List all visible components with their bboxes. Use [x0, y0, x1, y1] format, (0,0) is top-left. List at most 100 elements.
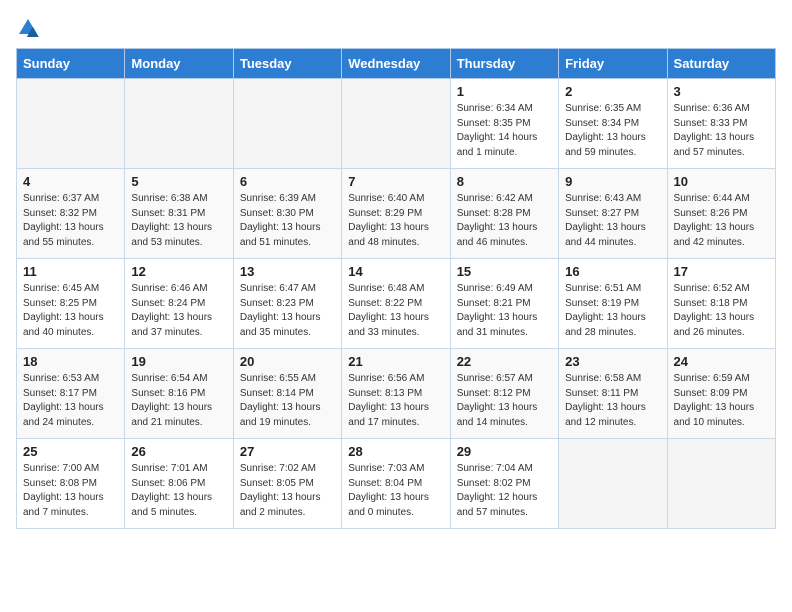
calendar-cell: 12 Sunrise: 6:46 AM Sunset: 8:24 PM Dayli…: [125, 259, 233, 349]
calendar-cell: 8 Sunrise: 6:42 AM Sunset: 8:28 PM Daylig…: [450, 169, 558, 259]
day-number: 1: [457, 84, 552, 99]
day-number: 28: [348, 444, 443, 459]
day-info: Sunrise: 6:45 AM Sunset: 8:25 PM Dayligh…: [23, 282, 118, 340]
day-number: 8: [457, 174, 552, 189]
day-info: Sunrise: 6:59 AM Sunset: 8:09 PM Dayligh…: [674, 372, 769, 430]
day-number: 2: [565, 84, 660, 99]
day-info: Sunrise: 6:51 AM Sunset: 8:19 PM Dayligh…: [565, 282, 660, 340]
calendar-cell: 11 Sunrise: 6:45 AM Sunset: 8:25 PM Dayli…: [17, 259, 125, 349]
calendar-cell: 6 Sunrise: 6:39 AM Sunset: 8:30 PM Daylig…: [233, 169, 341, 259]
logo-icon: [16, 16, 40, 40]
calendar-cell: 17 Sunrise: 6:52 AM Sunset: 8:18 PM Dayli…: [667, 259, 775, 349]
calendar-cell: 20Sunrise: 6:55 AM Sunset: 8:14 PM Dayli…: [233, 349, 341, 439]
day-info: Sunrise: 6:43 AM Sunset: 8:27 PM Dayligh…: [565, 192, 660, 250]
calendar-cell: 9 Sunrise: 6:43 AM Sunset: 8:27 PM Daylig…: [559, 169, 667, 259]
day-info: Sunrise: 6:57 AM Sunset: 8:12 PM Dayligh…: [457, 372, 552, 430]
day-info: Sunrise: 6:56 AM Sunset: 8:13 PM Dayligh…: [348, 372, 443, 430]
day-number: 27: [240, 444, 335, 459]
calendar-week-row: 11 Sunrise: 6:45 AM Sunset: 8:25 PM Dayli…: [17, 259, 776, 349]
day-header-monday: Monday: [125, 49, 233, 79]
day-info: Sunrise: 6:42 AM Sunset: 8:28 PM Dayligh…: [457, 192, 552, 250]
day-info: Sunrise: 6:39 AM Sunset: 8:30 PM Dayligh…: [240, 192, 335, 250]
calendar-cell: 29Sunrise: 7:04 AM Sunset: 8:02 PM Dayli…: [450, 439, 558, 529]
calendar-cell: 22 Sunrise: 6:57 AM Sunset: 8:12 PM Dayli…: [450, 349, 558, 439]
day-info: Sunrise: 6:35 AM Sunset: 8:34 PM Dayligh…: [565, 102, 660, 160]
calendar-cell: 14 Sunrise: 6:48 AM Sunset: 8:22 PM Dayli…: [342, 259, 450, 349]
day-info: Sunrise: 6:44 AM Sunset: 8:26 PM Dayligh…: [674, 192, 769, 250]
day-number: 6: [240, 174, 335, 189]
day-header-thursday: Thursday: [450, 49, 558, 79]
calendar-week-row: 1 Sunrise: 6:34 AM Sunset: 8:35 PM Daylig…: [17, 79, 776, 169]
calendar-cell: 4 Sunrise: 6:37 AM Sunset: 8:32 PM Daylig…: [17, 169, 125, 259]
page-header: [16, 16, 776, 40]
calendar-cell: [342, 79, 450, 169]
day-info: Sunrise: 7:03 AM Sunset: 8:04 PM Dayligh…: [348, 462, 443, 520]
day-number: 17: [674, 264, 769, 279]
calendar-cell: 2 Sunrise: 6:35 AM Sunset: 8:34 PM Daylig…: [559, 79, 667, 169]
calendar-cell: 27 Sunrise: 7:02 AM Sunset: 8:05 PM Dayli…: [233, 439, 341, 529]
day-info: Sunrise: 6:46 AM Sunset: 8:24 PM Dayligh…: [131, 282, 226, 340]
calendar-cell: 13Sunrise: 6:47 AM Sunset: 8:23 PM Dayli…: [233, 259, 341, 349]
day-number: 21: [348, 354, 443, 369]
day-number: 13: [240, 264, 335, 279]
calendar-cell: 10Sunrise: 6:44 AM Sunset: 8:26 PM Dayli…: [667, 169, 775, 259]
calendar-cell: 16Sunrise: 6:51 AM Sunset: 8:19 PM Dayli…: [559, 259, 667, 349]
day-info: Sunrise: 7:02 AM Sunset: 8:05 PM Dayligh…: [240, 462, 335, 520]
day-info: Sunrise: 6:52 AM Sunset: 8:18 PM Dayligh…: [674, 282, 769, 340]
day-number: 15: [457, 264, 552, 279]
calendar-cell: 3 Sunrise: 6:36 AM Sunset: 8:33 PM Daylig…: [667, 79, 775, 169]
day-info: Sunrise: 6:37 AM Sunset: 8:32 PM Dayligh…: [23, 192, 118, 250]
day-number: 25: [23, 444, 118, 459]
calendar-cell: 5 Sunrise: 6:38 AM Sunset: 8:31 PM Daylig…: [125, 169, 233, 259]
calendar-cell: 24 Sunrise: 6:59 AM Sunset: 8:09 PM Dayli…: [667, 349, 775, 439]
day-header-tuesday: Tuesday: [233, 49, 341, 79]
day-info: Sunrise: 7:01 AM Sunset: 8:06 PM Dayligh…: [131, 462, 226, 520]
day-number: 4: [23, 174, 118, 189]
day-info: Sunrise: 7:00 AM Sunset: 8:08 PM Dayligh…: [23, 462, 118, 520]
calendar-cell: 26Sunrise: 7:01 AM Sunset: 8:06 PM Dayli…: [125, 439, 233, 529]
calendar-table: SundayMondayTuesdayWednesdayThursdayFrid…: [16, 48, 776, 529]
day-header-wednesday: Wednesday: [342, 49, 450, 79]
calendar-cell: 25 Sunrise: 7:00 AM Sunset: 8:08 PM Dayli…: [17, 439, 125, 529]
logo: [16, 16, 44, 40]
day-header-saturday: Saturday: [667, 49, 775, 79]
day-info: Sunrise: 6:36 AM Sunset: 8:33 PM Dayligh…: [674, 102, 769, 160]
day-number: 20: [240, 354, 335, 369]
calendar-cell: 1 Sunrise: 6:34 AM Sunset: 8:35 PM Daylig…: [450, 79, 558, 169]
day-number: 11: [23, 264, 118, 279]
day-header-friday: Friday: [559, 49, 667, 79]
calendar-cell: 7 Sunrise: 6:40 AM Sunset: 8:29 PM Daylig…: [342, 169, 450, 259]
day-number: 3: [674, 84, 769, 99]
calendar-header-row: SundayMondayTuesdayWednesdayThursdayFrid…: [17, 49, 776, 79]
day-info: Sunrise: 6:53 AM Sunset: 8:17 PM Dayligh…: [23, 372, 118, 430]
day-number: 29: [457, 444, 552, 459]
calendar-cell: 19 Sunrise: 6:54 AM Sunset: 8:16 PM Dayli…: [125, 349, 233, 439]
calendar-week-row: 18 Sunrise: 6:53 AM Sunset: 8:17 PM Dayli…: [17, 349, 776, 439]
calendar-cell: [17, 79, 125, 169]
day-info: Sunrise: 6:34 AM Sunset: 8:35 PM Dayligh…: [457, 102, 552, 160]
calendar-cell: [233, 79, 341, 169]
day-info: Sunrise: 6:40 AM Sunset: 8:29 PM Dayligh…: [348, 192, 443, 250]
calendar-week-row: 4 Sunrise: 6:37 AM Sunset: 8:32 PM Daylig…: [17, 169, 776, 259]
day-number: 18: [23, 354, 118, 369]
day-number: 22: [457, 354, 552, 369]
day-number: 9: [565, 174, 660, 189]
calendar-cell: 15Sunrise: 6:49 AM Sunset: 8:21 PM Dayli…: [450, 259, 558, 349]
day-number: 12: [131, 264, 226, 279]
day-number: 7: [348, 174, 443, 189]
day-number: 24: [674, 354, 769, 369]
day-header-sunday: Sunday: [17, 49, 125, 79]
day-info: Sunrise: 6:54 AM Sunset: 8:16 PM Dayligh…: [131, 372, 226, 430]
day-info: Sunrise: 6:38 AM Sunset: 8:31 PM Dayligh…: [131, 192, 226, 250]
calendar-cell: 18 Sunrise: 6:53 AM Sunset: 8:17 PM Dayli…: [17, 349, 125, 439]
day-info: Sunrise: 6:48 AM Sunset: 8:22 PM Dayligh…: [348, 282, 443, 340]
calendar-cell: [559, 439, 667, 529]
day-number: 14: [348, 264, 443, 279]
calendar-cell: 28 Sunrise: 7:03 AM Sunset: 8:04 PM Dayli…: [342, 439, 450, 529]
calendar-cell: [125, 79, 233, 169]
calendar-cell: 21 Sunrise: 6:56 AM Sunset: 8:13 PM Dayli…: [342, 349, 450, 439]
calendar-cell: 23Sunrise: 6:58 AM Sunset: 8:11 PM Dayli…: [559, 349, 667, 439]
day-number: 5: [131, 174, 226, 189]
day-number: 19: [131, 354, 226, 369]
day-number: 23: [565, 354, 660, 369]
